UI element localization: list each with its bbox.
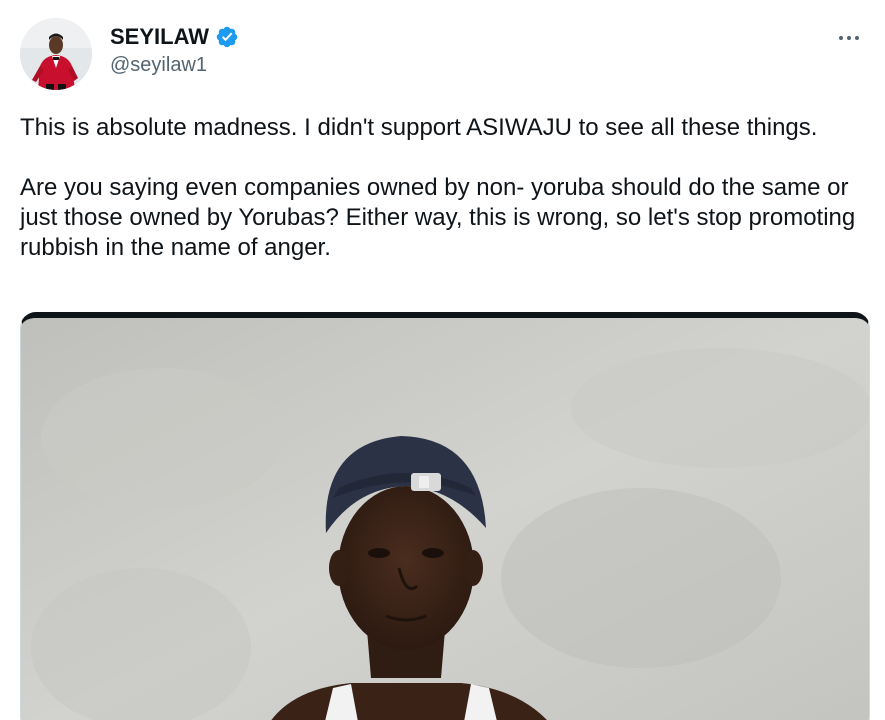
tweet-card: SEYILAW @seyilaw1 This is absolute madne… — [0, 0, 885, 720]
tweet-paragraph-1: This is absolute madness. I didn't suppo… — [20, 114, 818, 141]
author-display-name[interactable]: SEYILAW — [110, 24, 209, 50]
name-row: SEYILAW — [110, 22, 239, 52]
more-horizontal-icon — [839, 36, 859, 40]
tweet-photo[interactable] — [20, 312, 870, 720]
tweet-text: This is absolute madness. I didn't suppo… — [20, 113, 870, 263]
more-options-button[interactable] — [831, 20, 867, 56]
author-avatar[interactable] — [20, 18, 92, 90]
avatar-image — [20, 18, 92, 90]
author-info: SEYILAW @seyilaw1 — [110, 22, 239, 77]
photo-man-in-cap — [21, 318, 869, 720]
tweet-paragraph-2: Are you saying even companies owned by n… — [20, 174, 856, 261]
author-handle[interactable]: @seyilaw1 — [110, 54, 239, 77]
verified-badge-icon[interactable] — [215, 25, 239, 49]
